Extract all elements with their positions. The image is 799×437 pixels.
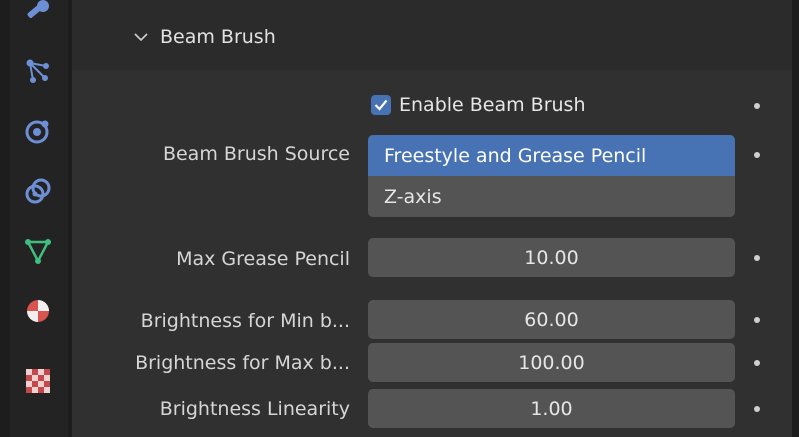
chevron-down-icon — [134, 33, 148, 42]
brightness-max-label: Brightness for Max b... — [135, 352, 350, 374]
checker-texture-icon — [26, 369, 50, 393]
physics-icon — [25, 120, 49, 144]
tab-material[interactable] — [20, 294, 56, 328]
material-icon — [27, 300, 49, 322]
brightness-min-label: Brightness for Min b... — [140, 310, 350, 332]
particles-icon — [26, 59, 49, 83]
tab-constraints[interactable] — [20, 174, 56, 208]
checkmark-icon — [374, 99, 388, 111]
properties-tab-bar — [0, 0, 72, 437]
panel-header: Beam Brush — [72, 0, 792, 70]
brightness-min-field[interactable]: 60.00 — [368, 300, 735, 339]
wrench-icon — [27, 0, 49, 18]
max-grease-pencil-field[interactable]: 10.00 — [368, 238, 735, 277]
panel-title: Beam Brush — [160, 26, 276, 48]
beam-brush-source-label: Beam Brush Source — [162, 143, 350, 165]
enum-option-z-axis[interactable]: Z-axis — [368, 176, 735, 217]
keyframe-dot-max-grease-pencil[interactable] — [754, 255, 760, 261]
brightness-linearity-label: Brightness Linearity — [159, 398, 350, 420]
keyframe-dot-brightness-max[interactable] — [754, 360, 760, 366]
keyframe-dot-source[interactable] — [754, 152, 760, 158]
keyframe-dot-brightness-linearity[interactable] — [754, 406, 760, 412]
tab-object-data[interactable] — [20, 234, 56, 268]
tab-particles[interactable] — [20, 54, 56, 88]
checkbox-box[interactable] — [371, 95, 391, 115]
brightness-max-field[interactable]: 100.00 — [368, 343, 735, 382]
tab-texture[interactable] — [20, 364, 56, 398]
keyframe-dot-enable[interactable] — [754, 103, 760, 109]
keyframe-dot-brightness-min[interactable] — [754, 317, 760, 323]
enum-option-freestyle-grease-pencil[interactable]: Freestyle and Grease Pencil — [368, 135, 735, 176]
beam-brush-panel-toggle[interactable]: Beam Brush — [134, 26, 276, 48]
mesh-data-icon — [25, 239, 51, 264]
constraints-icon — [25, 178, 51, 204]
max-grease-pencil-label: Max Grease Pencil — [176, 248, 350, 270]
enable-beam-brush-checkbox[interactable]: Enable Beam Brush — [371, 94, 586, 116]
tab-tool[interactable] — [20, 0, 56, 28]
enable-beam-brush-label: Enable Beam Brush — [399, 94, 586, 116]
beam-brush-source-enum: Freestyle and Grease Pencil Z-axis — [368, 135, 735, 217]
tab-physics[interactable] — [20, 114, 56, 148]
brightness-linearity-field[interactable]: 1.00 — [368, 389, 735, 428]
panel-right-edge — [792, 0, 799, 437]
